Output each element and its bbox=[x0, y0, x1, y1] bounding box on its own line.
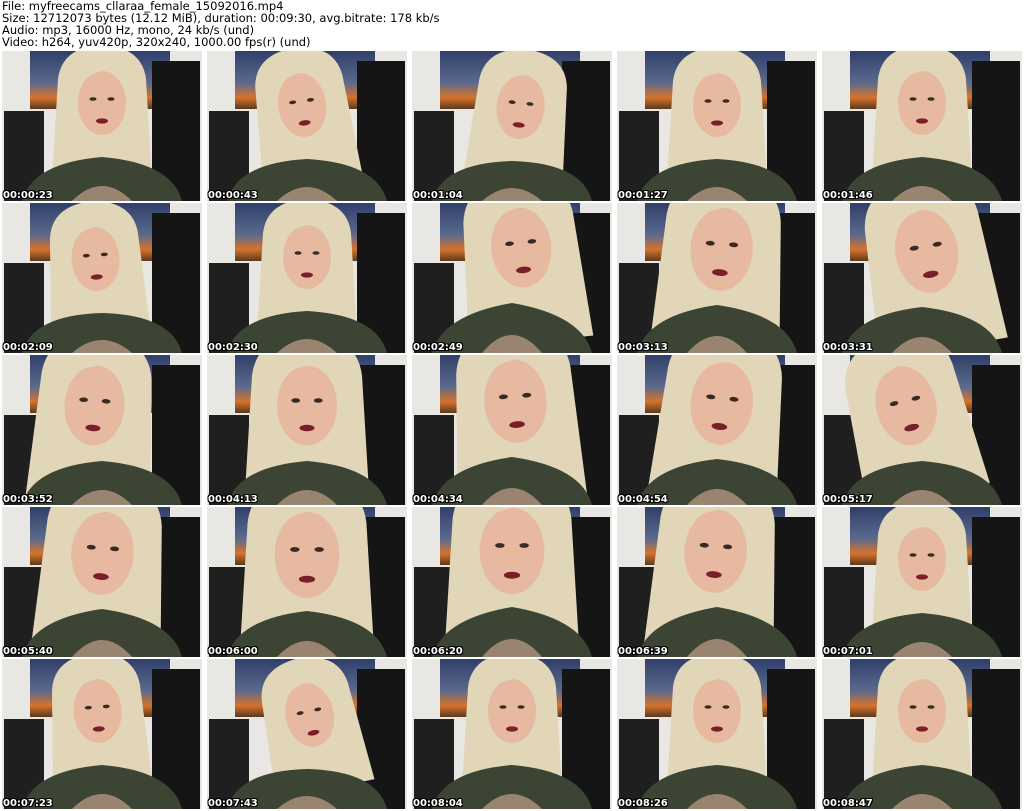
video-thumbnail: 00:04:54 bbox=[617, 355, 817, 505]
video-thumbnail: 00:03:31 bbox=[822, 203, 1022, 353]
video-thumbnail: 00:05:40 bbox=[2, 507, 202, 657]
thumbnail-timestamp: 00:02:49 bbox=[413, 342, 463, 353]
webcam-frame-image bbox=[207, 659, 407, 809]
thumbnail-timestamp: 00:07:43 bbox=[208, 798, 258, 809]
video-thumbnail: 00:01:27 bbox=[617, 51, 817, 201]
webcam-frame-image bbox=[412, 203, 612, 353]
video-thumbnail: 00:08:26 bbox=[617, 659, 817, 809]
video-thumbnail: 00:08:47 bbox=[822, 659, 1022, 809]
thumbnail-timestamp: 00:04:34 bbox=[413, 494, 463, 505]
webcam-frame-image bbox=[822, 355, 1022, 505]
thumbnail-timestamp: 00:07:01 bbox=[823, 646, 873, 657]
video-thumbnail: 00:01:46 bbox=[822, 51, 1022, 201]
webcam-frame-image bbox=[207, 51, 407, 201]
webcam-frame-image bbox=[412, 51, 612, 201]
thumbnail-timestamp: 00:07:23 bbox=[3, 798, 53, 809]
video-info-line: Video: h264, yuv420p, 320x240, 1000.00 f… bbox=[2, 35, 311, 49]
webcam-frame-image bbox=[617, 659, 817, 809]
video-thumbnail: 00:07:43 bbox=[207, 659, 407, 809]
thumbnail-timestamp: 00:01:46 bbox=[823, 190, 873, 201]
webcam-frame-image bbox=[2, 203, 202, 353]
webcam-frame-image bbox=[617, 203, 817, 353]
thumbnail-timestamp: 00:03:31 bbox=[823, 342, 873, 353]
webcam-frame-image bbox=[2, 51, 202, 201]
webcam-frame-image bbox=[822, 203, 1022, 353]
thumbnail-timestamp: 00:05:17 bbox=[823, 494, 873, 505]
video-thumbnail: 00:07:23 bbox=[2, 659, 202, 809]
thumbnail-timestamp: 00:04:13 bbox=[208, 494, 258, 505]
webcam-frame-image bbox=[822, 659, 1022, 809]
thumbnail-timestamp: 00:06:00 bbox=[208, 646, 258, 657]
thumbnail-timestamp: 00:08:04 bbox=[413, 798, 463, 809]
file-info-header: File: myfreecams_cllaraa_female_15092016… bbox=[2, 0, 1022, 48]
webcam-frame-image bbox=[2, 355, 202, 505]
webcam-frame-image bbox=[2, 507, 202, 657]
thumbnail-timestamp: 00:00:23 bbox=[3, 190, 53, 201]
webcam-frame-image bbox=[412, 659, 612, 809]
thumbnail-timestamp: 00:01:04 bbox=[413, 190, 463, 201]
video-thumbnail: 00:03:52 bbox=[2, 355, 202, 505]
thumbnail-grid: 00:00:23 00:00:43 00:01:04 00:01:27 00:0… bbox=[2, 51, 1022, 809]
thumbnail-timestamp: 00:03:52 bbox=[3, 494, 53, 505]
video-thumbnail: 00:07:01 bbox=[822, 507, 1022, 657]
thumbnail-timestamp: 00:08:26 bbox=[618, 798, 668, 809]
thumbnail-timestamp: 00:03:13 bbox=[618, 342, 668, 353]
video-thumbnail: 00:06:39 bbox=[617, 507, 817, 657]
webcam-frame-image bbox=[207, 355, 407, 505]
webcam-frame-image bbox=[617, 51, 817, 201]
thumbnail-timestamp: 00:02:30 bbox=[208, 342, 258, 353]
video-thumbnail: 00:04:13 bbox=[207, 355, 407, 505]
thumbnail-timestamp: 00:06:20 bbox=[413, 646, 463, 657]
thumbnail-timestamp: 00:04:54 bbox=[618, 494, 668, 505]
video-thumbnail: 00:02:09 bbox=[2, 203, 202, 353]
webcam-frame-image bbox=[822, 507, 1022, 657]
thumbnail-timestamp: 00:02:09 bbox=[3, 342, 53, 353]
video-thumbnail: 00:03:13 bbox=[617, 203, 817, 353]
webcam-frame-image bbox=[412, 507, 612, 657]
video-thumbnail: 00:04:34 bbox=[412, 355, 612, 505]
thumbnail-timestamp: 00:06:39 bbox=[618, 646, 668, 657]
video-thumbnail: 00:02:49 bbox=[412, 203, 612, 353]
video-thumbnail: 00:06:20 bbox=[412, 507, 612, 657]
webcam-frame-image bbox=[617, 355, 817, 505]
webcam-frame-image bbox=[207, 507, 407, 657]
video-thumbnail: 00:02:30 bbox=[207, 203, 407, 353]
video-thumbnail: 00:01:04 bbox=[412, 51, 612, 201]
video-thumbnail: 00:08:04 bbox=[412, 659, 612, 809]
webcam-frame-image bbox=[207, 203, 407, 353]
webcam-frame-image bbox=[412, 355, 612, 505]
video-thumbnail: 00:00:23 bbox=[2, 51, 202, 201]
thumbnail-timestamp: 00:08:47 bbox=[823, 798, 873, 809]
video-thumbnail: 00:00:43 bbox=[207, 51, 407, 201]
thumbnail-timestamp: 00:05:40 bbox=[3, 646, 53, 657]
video-thumbnail: 00:06:00 bbox=[207, 507, 407, 657]
thumbnail-timestamp: 00:00:43 bbox=[208, 190, 258, 201]
webcam-frame-image bbox=[617, 507, 817, 657]
video-thumbnail: 00:05:17 bbox=[822, 355, 1022, 505]
thumbnail-timestamp: 00:01:27 bbox=[618, 190, 668, 201]
webcam-frame-image bbox=[822, 51, 1022, 201]
webcam-frame-image bbox=[2, 659, 202, 809]
